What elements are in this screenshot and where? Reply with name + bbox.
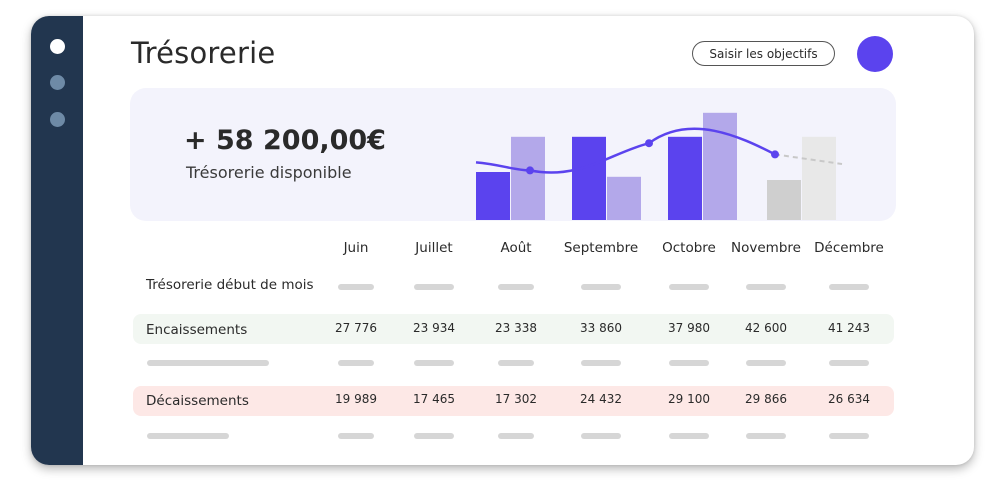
placeholder-bar (669, 433, 709, 439)
app-window: Trésorerie Saisir les objectifs + 58 200… (31, 16, 974, 465)
placeholder-bar (338, 284, 374, 290)
table-cell: 41 243 (828, 321, 870, 335)
table-cell: 23 338 (495, 321, 537, 335)
placeholder-bar (669, 360, 709, 366)
table-cell: 24 432 (580, 392, 622, 406)
placeholder-bar (338, 360, 374, 366)
chart-bar (511, 136, 545, 220)
table-cell: 17 465 (413, 392, 455, 406)
column-header: Décembre (814, 240, 884, 256)
cash-chart (475, 112, 843, 220)
column-header: Juillet (415, 240, 453, 256)
set-objectives-button[interactable]: Saisir les objectifs (692, 41, 835, 66)
placeholder-bar (581, 433, 621, 439)
table-cell: 17 302 (495, 392, 537, 406)
chart-bar (767, 180, 801, 220)
placeholder-bar (746, 360, 786, 366)
table-cell: 42 600 (745, 321, 787, 335)
table-cell: 27 776 (335, 321, 377, 335)
placeholder-bar (829, 284, 869, 290)
column-header: Août (500, 240, 532, 256)
page-title: Trésorerie (131, 36, 276, 70)
avatar[interactable] (857, 36, 893, 72)
table-cell: 19 989 (335, 392, 377, 406)
column-header: Novembre (731, 240, 801, 256)
placeholder-bar (829, 360, 869, 366)
chart-bar (607, 176, 641, 220)
placeholder-bar (746, 433, 786, 439)
chart-bar (668, 136, 702, 220)
sidebar-item-2[interactable] (50, 75, 65, 90)
placeholder-bar (498, 360, 534, 366)
placeholder-bar (581, 284, 621, 290)
table-cell: 33 860 (580, 321, 622, 335)
chart-bar (476, 172, 510, 220)
chart-bar (802, 136, 836, 220)
placeholder-bar (414, 433, 454, 439)
placeholder-bar (338, 433, 374, 439)
placeholder-bar (498, 284, 534, 290)
sidebar (31, 16, 83, 465)
column-header: Juin (343, 240, 369, 256)
table-cell: 29 100 (668, 392, 710, 406)
placeholder-bar (414, 360, 454, 366)
chart-point (771, 150, 779, 159)
column-header: Octobre (662, 240, 716, 256)
column-header: Septembre (563, 240, 639, 256)
table-cell: 37 980 (668, 321, 710, 335)
row-label: Encaissements (146, 322, 248, 338)
table-cell: 26 634 (828, 392, 870, 406)
placeholder-bar (746, 284, 786, 290)
placeholder-bar (669, 284, 709, 290)
sidebar-item-3[interactable] (50, 112, 65, 127)
placeholder-bar (147, 360, 269, 366)
table-cell: 23 934 (413, 321, 455, 335)
placeholder-bar (414, 284, 454, 290)
chart-bar (572, 136, 606, 220)
sidebar-item-1[interactable] (50, 39, 65, 54)
placeholder-bar (829, 433, 869, 439)
chart-point (645, 139, 653, 148)
placeholder-bar (147, 433, 229, 439)
row-label: Décaissements (146, 393, 249, 409)
summary-card: + 58 200,00€ Trésorerie disponible (130, 88, 896, 221)
chart-point (526, 166, 534, 175)
row-label: Trésorerie début de mois (146, 277, 314, 293)
placeholder-bar (581, 360, 621, 366)
placeholder-bar (498, 433, 534, 439)
table-cell: 29 866 (745, 392, 787, 406)
